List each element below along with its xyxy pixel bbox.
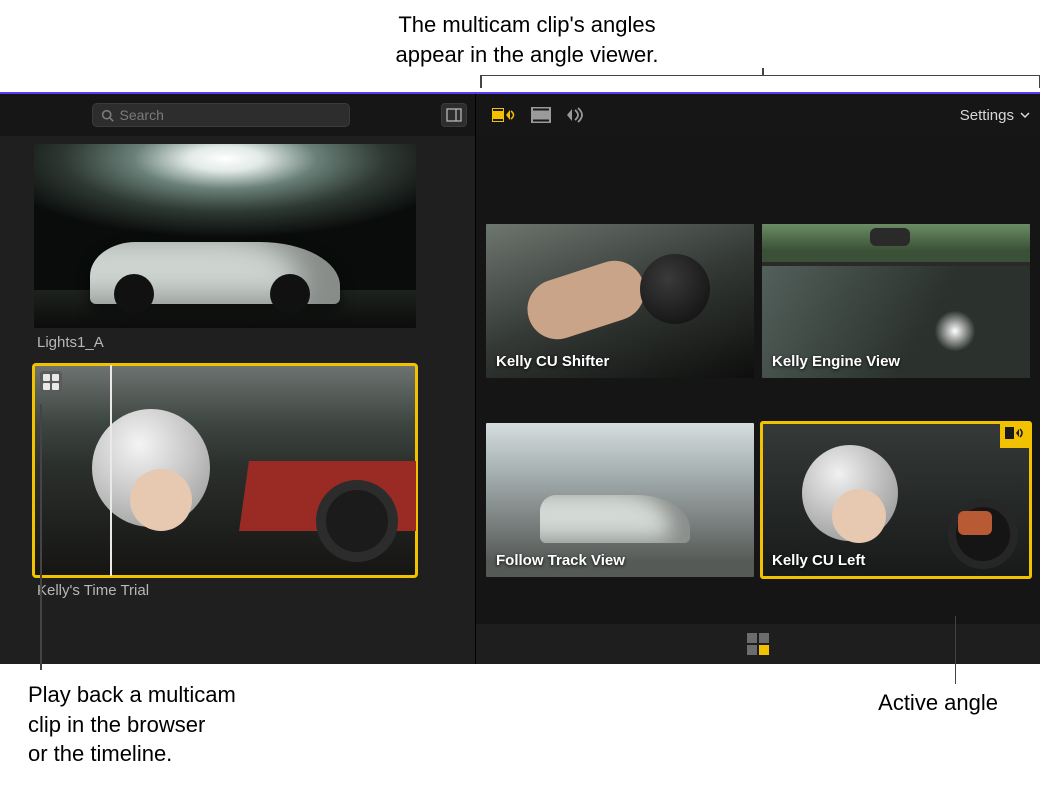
angle-label: Kelly Engine View (772, 353, 900, 370)
audio-only-switch-icon (566, 107, 588, 123)
callout-text: or the timeline. (28, 739, 236, 769)
callout-browser-playback: Play back a multicam clip in the browser… (28, 680, 236, 769)
callout-text: clip in the browser (28, 710, 236, 740)
clip-item[interactable]: Kelly's Time Trial (34, 365, 441, 599)
clips-area: Lights1_A Kelly's Time Trial (0, 136, 475, 664)
settings-label: Settings (960, 107, 1014, 124)
multicam-badge-icon (40, 371, 62, 393)
filmstrip-icon (446, 108, 462, 122)
angle-cell[interactable]: Kelly CU Shifter (486, 224, 754, 378)
callout-bracket (480, 75, 1040, 91)
clip-thumbnail[interactable] (34, 144, 416, 328)
callout-text: Play back a multicam (28, 680, 236, 710)
settings-menu-button[interactable]: Settings (960, 107, 1030, 124)
angle-layout-button[interactable] (747, 633, 769, 655)
search-placeholder: Search (120, 107, 164, 123)
callout-active-angle: Active angle (878, 690, 998, 716)
search-input[interactable]: Search (92, 103, 350, 127)
angle-cell-active[interactable]: Kelly CU Left (762, 423, 1030, 577)
search-icon (101, 109, 114, 122)
angle-label: Follow Track View (496, 552, 625, 569)
video-only-switch-button[interactable] (528, 104, 554, 126)
clip-label: Lights1_A (34, 334, 441, 351)
angle-label: Kelly CU Left (772, 552, 865, 569)
angle-viewer-panel: Settings Kelly CU Shifter Kelly Engine V… (476, 94, 1040, 664)
callout-angle-viewer: The multicam clip's angles appear in the… (0, 0, 1054, 69)
callout-connector (40, 404, 42, 670)
video-only-switch-icon (531, 107, 551, 123)
angle-cell[interactable]: Follow Track View (486, 423, 754, 577)
callout-text: The multicam clip's angles (0, 10, 1054, 40)
video-audio-switch-icon (492, 106, 518, 124)
angles-grid: Kelly CU Shifter Kelly Engine View Follo… (476, 136, 1040, 624)
angle-cell[interactable]: Kelly Engine View (762, 224, 1030, 378)
clip-thumbnail-selected[interactable] (34, 365, 416, 576)
video-audio-switch-button[interactable] (492, 104, 518, 126)
active-angle-badge-icon (1000, 423, 1030, 448)
callout-text: Active angle (878, 690, 998, 715)
browser-toolbar: Search (0, 94, 475, 136)
app-window: Search Lights1_A (0, 92, 1040, 664)
audio-only-switch-button[interactable] (564, 104, 590, 126)
callout-text: appear in the angle viewer. (0, 40, 1054, 70)
playhead[interactable] (110, 365, 112, 576)
filmstrip-toggle-button[interactable] (441, 103, 467, 127)
clip-label: Kelly's Time Trial (34, 582, 441, 599)
clip-item[interactable]: Lights1_A (34, 144, 441, 351)
browser-panel: Search Lights1_A (0, 94, 476, 664)
angle-label: Kelly CU Shifter (496, 353, 609, 370)
angle-viewer-toolbar: Settings (476, 94, 1040, 136)
callout-connector (955, 616, 957, 684)
chevron-down-icon (1020, 112, 1030, 118)
